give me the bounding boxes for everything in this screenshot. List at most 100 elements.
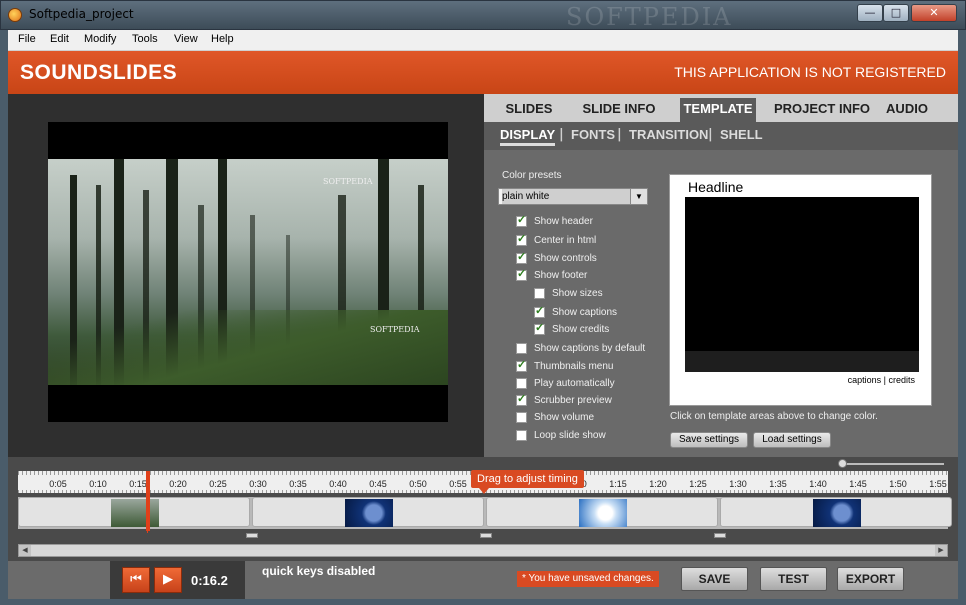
option-label: Show footer [534, 270, 588, 281]
template-hint: Click on template areas above to change … [670, 411, 878, 422]
load-settings-button[interactable]: Load settings [753, 432, 831, 448]
window-frame-right [958, 30, 966, 605]
slide-segment[interactable] [252, 497, 484, 527]
subtab-transition[interactable]: TRANSITION [629, 127, 708, 142]
checkbox[interactable] [516, 268, 527, 281]
tick-label: 1:30 [729, 479, 747, 489]
export-button[interactable]: EXPORT [837, 567, 904, 591]
menu-file[interactable]: File [18, 33, 36, 45]
tick-label: 0:40 [329, 479, 347, 489]
slide-track [18, 497, 952, 529]
tick-label: 1:15 [609, 479, 627, 489]
checkbox[interactable] [516, 359, 527, 372]
rewind-button[interactable]: ⏮ [122, 567, 150, 593]
option-label: Show captions [552, 307, 618, 318]
sub-tabs: DISPLAY | FONTS | TRANSITION | SHELL [484, 122, 958, 150]
checkbox[interactable] [516, 378, 527, 389]
checkbox[interactable] [516, 430, 527, 441]
option-label: Show captions by default [534, 343, 646, 354]
timeline-scrollbar[interactable]: ◀ ▶ [18, 544, 948, 557]
image-watermark: SOFTPEDIA [323, 177, 373, 186]
title-bar[interactable]: Softpedia_project SOFTPEDIA — □ ✕ [0, 0, 966, 31]
tick-label: 0:30 [249, 479, 267, 489]
subtab-separator: | [559, 127, 564, 142]
subtab-display[interactable]: DISPLAY [500, 127, 556, 146]
menu-tools[interactable]: Tools [132, 33, 158, 45]
slide-thumbnail[interactable] [579, 499, 627, 527]
tab-slides[interactable]: SLIDES [494, 98, 564, 122]
tick-label: 1:20 [649, 479, 667, 489]
menu-edit[interactable]: Edit [50, 33, 69, 45]
window-title: Softpedia_project [29, 7, 134, 21]
zoom-slider-track[interactable] [840, 463, 944, 465]
template-slide-area[interactable] [685, 197, 919, 372]
brand-logo: SOUNDSLIDES [20, 61, 178, 84]
menu-bar: File Edit Modify Tools View Help [8, 30, 958, 51]
checkbox[interactable] [516, 233, 527, 246]
save-button[interactable]: SAVE [681, 567, 748, 591]
scroll-right-icon[interactable]: ▶ [935, 545, 947, 556]
close-button[interactable]: ✕ [911, 4, 957, 22]
slide-segment[interactable] [720, 497, 952, 527]
menu-modify[interactable]: Modify [84, 33, 116, 45]
slide-thumbnail[interactable] [111, 499, 159, 527]
checkbox[interactable] [534, 305, 545, 318]
color-presets-select[interactable]: plain white ▼ [498, 188, 648, 205]
tick-label: 0:15 [129, 479, 147, 489]
slide-thumbnail[interactable] [345, 499, 393, 527]
zoom-slider-knob[interactable] [838, 459, 847, 468]
chevron-down-icon[interactable]: ▼ [630, 189, 647, 204]
minimize-button[interactable]: — [857, 4, 883, 22]
option-label: Loop slide show [534, 430, 606, 441]
window-frame-bottom [0, 599, 966, 605]
checkbox[interactable] [534, 322, 545, 335]
save-settings-button[interactable]: Save settings [670, 432, 748, 448]
slide-image: SOFTPEDIA SOFTPEDIA [48, 159, 448, 385]
checkbox[interactable] [516, 214, 527, 227]
menu-help[interactable]: Help [211, 33, 234, 45]
option-label: Show sizes [552, 288, 603, 299]
template-controls-area[interactable] [685, 351, 919, 372]
color-presets-label: Color presets [502, 170, 562, 181]
timing-handle[interactable] [480, 533, 492, 538]
tick-label: 0:10 [89, 479, 107, 489]
timing-handle[interactable] [246, 533, 258, 538]
template-preview[interactable]: Headline captions | credits [669, 174, 932, 406]
registration-notice: THIS APPLICATION IS NOT REGISTERED [674, 64, 946, 80]
test-button[interactable]: TEST [760, 567, 827, 591]
tick-label: 0:50 [409, 479, 427, 489]
option-label: Show controls [534, 253, 597, 264]
tick-label: 1:40 [809, 479, 827, 489]
checkbox[interactable] [516, 412, 527, 423]
subtab-shell[interactable]: SHELL [720, 127, 763, 142]
tab-slide-info[interactable]: SLIDE INFO [576, 98, 662, 122]
template-footer[interactable]: captions | credits [848, 375, 915, 385]
scroll-left-icon[interactable]: ◀ [19, 545, 31, 556]
slide-segment[interactable] [486, 497, 718, 527]
checkbox[interactable] [534, 288, 545, 299]
checkbox[interactable] [516, 343, 527, 354]
checkbox[interactable] [516, 393, 527, 406]
timing-handle[interactable] [714, 533, 726, 538]
softpedia-watermark: SOFTPEDIA [566, 3, 733, 31]
subtab-fonts[interactable]: FONTS [571, 127, 615, 142]
playhead-line [147, 497, 148, 533]
menu-view[interactable]: View [174, 33, 198, 45]
app-header: SOUNDSLIDES THIS APPLICATION IS NOT REGI… [8, 51, 958, 94]
tick-label: 1:45 [849, 479, 867, 489]
play-button[interactable]: ▶ [154, 567, 182, 593]
display-settings: Color presets plain white ▼ Show header C… [484, 150, 958, 457]
slide-preview[interactable]: SOFTPEDIA SOFTPEDIA [48, 122, 448, 422]
maximize-button[interactable]: □ [883, 4, 909, 22]
time-display: 0:16.2 [191, 573, 228, 588]
template-headline[interactable]: Headline [688, 179, 743, 195]
slide-thumbnail[interactable] [813, 499, 861, 527]
slide-segment[interactable] [18, 497, 250, 527]
option-label: Thumbnails menu [534, 361, 614, 372]
main-tabs: SLIDES SLIDE INFO TEMPLATE PROJECT INFO … [484, 94, 958, 122]
tab-project-info[interactable]: PROJECT INFO [772, 98, 872, 122]
checkbox[interactable] [516, 251, 527, 264]
tab-template[interactable]: TEMPLATE [680, 98, 756, 122]
tick-label: 0:25 [209, 479, 227, 489]
tab-audio[interactable]: AUDIO [884, 98, 930, 122]
